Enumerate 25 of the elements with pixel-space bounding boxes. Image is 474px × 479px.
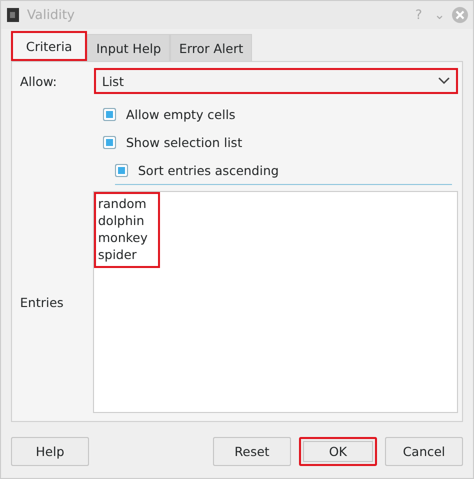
entry-text: random (98, 195, 148, 212)
dialog-button[interactable]: OK (299, 437, 377, 466)
checkbox[interactable] (115, 164, 128, 176)
tab[interactable]: Criteria (11, 31, 88, 61)
tab[interactable]: Error Alert (170, 34, 252, 61)
dialog-button[interactable]: Cancel (385, 437, 463, 466)
entry-text: dolphin (98, 212, 146, 229)
tab[interactable]: Input Help (87, 34, 170, 61)
checkbox-label[interactable]: Allow empty cells (126, 106, 236, 122)
allow-dropdown[interactable]: List (94, 68, 458, 94)
document-icon (7, 8, 19, 22)
entries-label: Entries (20, 294, 65, 310)
entry-text: spider (98, 246, 138, 263)
checkbox-label[interactable]: Sort entries ascending (138, 162, 279, 178)
entries-text-area[interactable]: random dolphin monkey spider (93, 191, 458, 413)
checkbox-label[interactable]: Show selection list (126, 134, 242, 150)
chevron-down-icon (438, 77, 450, 85)
checkbox[interactable] (103, 136, 116, 148)
entry-text: monkey (98, 229, 148, 246)
dialog-button[interactable]: Help (11, 437, 89, 466)
dialog-button[interactable]: Reset (213, 437, 291, 466)
close-icon[interactable] (451, 6, 469, 24)
checkbox[interactable] (103, 108, 116, 120)
allow-label: Allow: (20, 74, 58, 88)
window-title: Validity (27, 8, 75, 22)
